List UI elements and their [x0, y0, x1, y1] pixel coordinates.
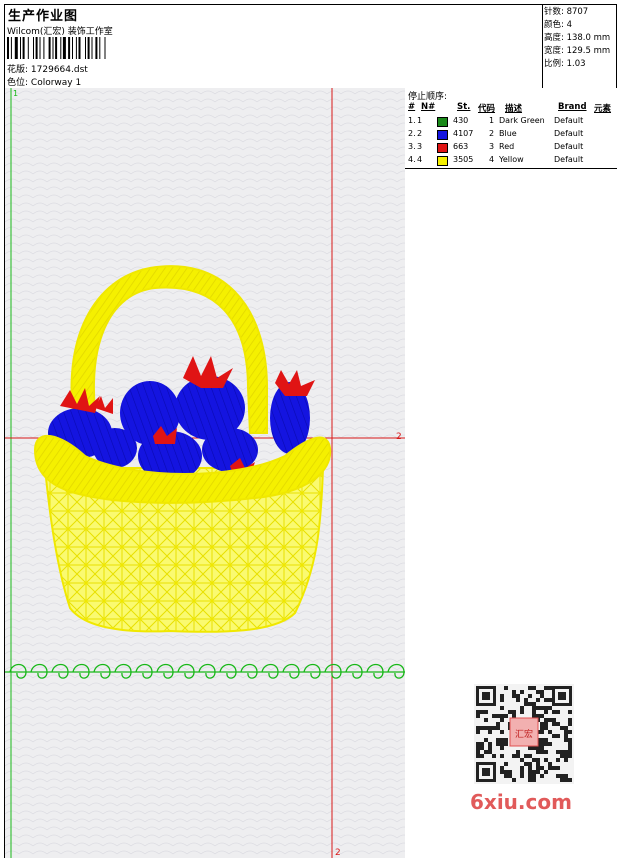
thread-brand: Default — [554, 116, 584, 125]
design-width: 宽度: 129.5 mm — [544, 46, 611, 56]
stats-box: 针数: 8707 颜色: 4 高度: 138.0 mm 宽度: 129.5 mm… — [542, 4, 617, 89]
col-header-code: 代码 — [478, 104, 496, 114]
stop-sequence-table: 停止顺序: # N# St. 代码 描述 Brand 元素 1. 1 430 1 Dar… — [405, 88, 617, 169]
embroidery-preview: 1 2 2 — [5, 88, 406, 858]
colorway-line: 色位: Colorway 1 — [7, 78, 82, 88]
thread-brand: Default — [554, 155, 584, 164]
design-filename: 1729664.dst — [30, 65, 88, 75]
stop-row: 3. 3 663 3 Red Default — [405, 142, 617, 155]
stitch-count-cell: 4107 — [453, 129, 474, 138]
thread-brand: Default — [554, 129, 584, 138]
sheet-title: 生产作业图 — [8, 9, 79, 24]
col-header-n: N# — [421, 102, 436, 112]
design-canvas: 1 2 2 — [4, 88, 407, 858]
design-line: 花版: 1729664.dst — [7, 65, 88, 75]
col-header-element: 元素 — [594, 104, 612, 114]
color-description: Dark Green — [499, 116, 545, 125]
col-header-num: # — [408, 102, 416, 112]
color-swatch — [437, 156, 448, 166]
stitch-count-cell: 663 — [453, 142, 469, 151]
row-number: 4. — [408, 155, 416, 164]
design-height: 高度: 138.0 mm — [544, 33, 611, 43]
guide-label-2-bottom: 2 — [335, 848, 341, 858]
barcode — [7, 37, 106, 59]
stitch-count-cell: 3505 — [453, 155, 474, 164]
color-code: 4 — [489, 155, 495, 164]
thread-brand: Default — [554, 142, 584, 151]
col-header-brand: Brand — [558, 102, 587, 112]
sheet-header: 生产作业图 Wilcom(汇宏) 装饰工作室 花版: 1729664.dst 色… — [4, 4, 543, 89]
needle-number: 3 — [417, 142, 423, 151]
needle-number: 2 — [417, 129, 423, 138]
needle-number: 4 — [417, 155, 423, 164]
guide-label-2: 2 — [396, 432, 402, 442]
stop-row: 2. 2 4107 2 Blue Default — [405, 129, 617, 142]
color-code: 1 — [489, 116, 495, 125]
color-code: 3 — [489, 142, 495, 151]
design-scale: 比例: 1.03 — [544, 59, 586, 69]
stop-row: 4. 4 3505 4 Yellow Default — [405, 155, 617, 168]
col-header-desc: 描述 — [505, 104, 523, 114]
color-swatch — [437, 117, 448, 127]
color-description: Blue — [499, 129, 517, 138]
colorway-name: Colorway 1 — [30, 78, 82, 88]
row-number: 1. — [408, 116, 416, 125]
color-description: Yellow — [499, 155, 524, 164]
col-header-stitches: St. — [457, 102, 471, 112]
needle-number: 1 — [417, 116, 423, 125]
row-number: 2. — [408, 129, 416, 138]
color-code: 2 — [489, 129, 495, 138]
stop-row: 1. 1 430 1 Dark Green Default — [405, 116, 617, 129]
row-number: 3. — [408, 142, 416, 151]
color-description: Red — [499, 142, 515, 151]
color-swatch — [437, 143, 448, 153]
stitch-count: 针数: 8707 — [544, 7, 589, 17]
color-count: 颜色: 4 — [544, 20, 572, 30]
stop-sequence-title: 停止顺序: — [408, 92, 448, 102]
site-logo: 6xiu.com — [470, 790, 572, 814]
color-swatch — [437, 130, 448, 140]
company-name: Wilcom(汇宏) 装饰工作室 — [7, 27, 113, 37]
qr-stamp-text: 汇宏 — [515, 728, 533, 740]
stitch-count-cell: 430 — [453, 116, 469, 125]
guide-label-1: 1 — [13, 89, 18, 98]
